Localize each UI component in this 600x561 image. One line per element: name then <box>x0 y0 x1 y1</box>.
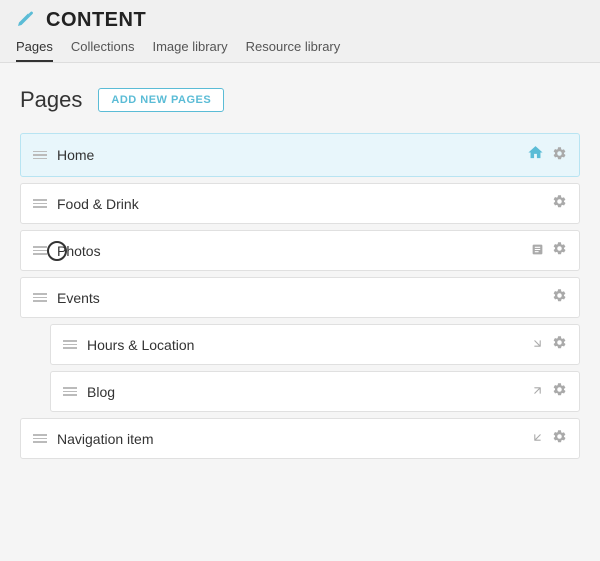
gear-icon-navigation-item[interactable] <box>552 429 567 448</box>
page-item-hours-location: Hours & Location <box>50 324 580 365</box>
gear-icon-events[interactable] <box>552 288 567 307</box>
drag-handle-photos[interactable] <box>33 246 47 255</box>
app-title: CONTENT <box>46 9 146 32</box>
nav-pages[interactable]: Pages <box>16 39 53 62</box>
top-nav: Pages Collections Image library Resource… <box>16 39 584 62</box>
main-content: Pages ADD NEW PAGES Home <box>0 63 600 561</box>
page-actions-home <box>527 144 567 166</box>
page-actions-events <box>552 288 567 307</box>
drag-handle-home[interactable] <box>33 151 47 160</box>
home-icon <box>527 144 544 166</box>
gear-icon-blog[interactable] <box>552 382 567 401</box>
pencil-icon <box>16 8 36 33</box>
external-link-icon-nav <box>531 431 544 447</box>
page-title: Pages <box>20 87 82 113</box>
external-link-icon-blog <box>531 384 544 400</box>
drag-handle-events[interactable] <box>33 293 47 302</box>
gear-icon-photos[interactable] <box>552 241 567 260</box>
page-list: Home Food & Drink <box>20 133 580 459</box>
page-item-photos: Photos <box>20 230 580 271</box>
gear-icon-hours-location[interactable] <box>552 335 567 354</box>
page-label-food-drink: Food & Drink <box>57 196 552 212</box>
page-header: Pages ADD NEW PAGES <box>20 87 580 113</box>
page-actions-hours-location <box>531 335 567 354</box>
drag-handle-hours-location[interactable] <box>63 340 77 349</box>
page-label-events: Events <box>57 290 552 306</box>
page-actions-food-drink <box>552 194 567 213</box>
page-actions-blog <box>531 382 567 401</box>
page-item-navigation-item: Navigation item <box>20 418 580 459</box>
page-item-home: Home <box>20 133 580 177</box>
nav-collections[interactable]: Collections <box>71 39 135 62</box>
drag-handle-food-drink[interactable] <box>33 199 47 208</box>
page-actions-photos <box>531 241 567 260</box>
external-link-icon-hours <box>531 337 544 353</box>
page-label-blog: Blog <box>87 384 531 400</box>
app-title-row: CONTENT <box>16 8 584 33</box>
page-label-navigation-item: Navigation item <box>57 431 531 447</box>
gear-icon-food-drink[interactable] <box>552 194 567 213</box>
page-item-blog: Blog <box>50 371 580 412</box>
add-new-pages-button[interactable]: ADD NEW PAGES <box>98 88 224 112</box>
external-link-icon-photos <box>531 243 544 259</box>
page-item-food-drink: Food & Drink <box>20 183 580 224</box>
page-label-home: Home <box>57 147 527 163</box>
gear-icon-home[interactable] <box>552 146 567 165</box>
drag-handle-blog[interactable] <box>63 387 77 396</box>
drag-handle-navigation-item[interactable] <box>33 434 47 443</box>
top-bar: CONTENT Pages Collections Image library … <box>0 0 600 63</box>
page-actions-navigation-item <box>531 429 567 448</box>
nav-resource-library[interactable]: Resource library <box>246 39 341 62</box>
page-item-events: Events <box>20 277 580 318</box>
page-label-photos: Photos <box>57 243 531 259</box>
page-label-hours-location: Hours & Location <box>87 337 531 353</box>
nav-image-library[interactable]: Image library <box>152 39 227 62</box>
